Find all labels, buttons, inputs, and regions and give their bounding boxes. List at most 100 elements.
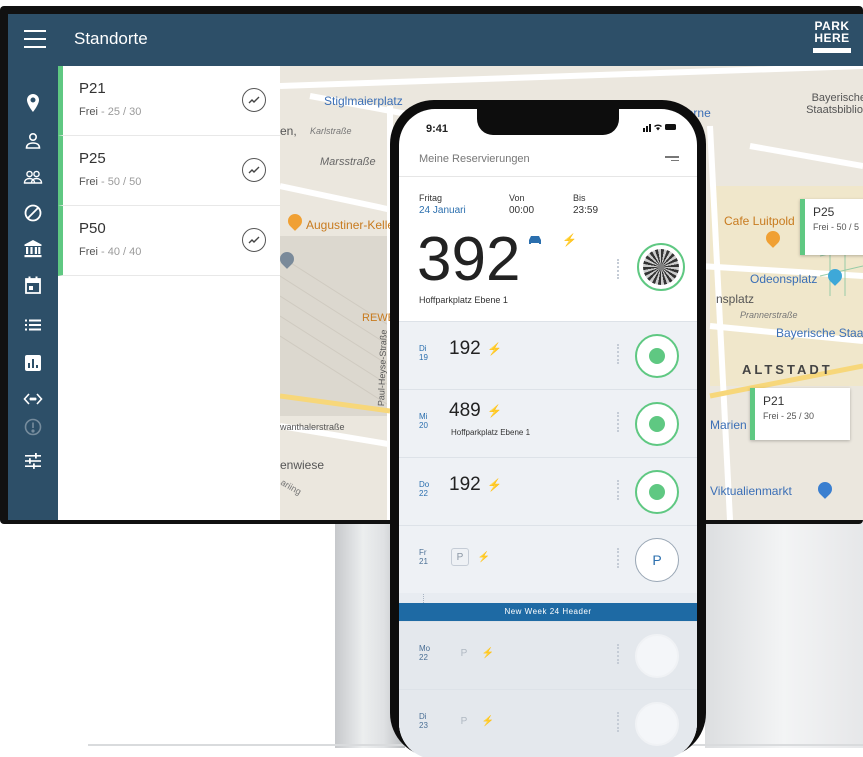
reserve-ring-button[interactable] bbox=[635, 702, 679, 746]
row-divider bbox=[617, 712, 619, 732]
filter-icon[interactable] bbox=[665, 156, 679, 164]
map-label-bayerische-bib: Bayerische Staatsbibliot bbox=[806, 92, 863, 116]
to-value: 23:59 bbox=[573, 205, 599, 216]
sliders-icon[interactable] bbox=[20, 448, 46, 474]
chart-icon[interactable] bbox=[20, 350, 46, 376]
row-spot: 192 bbox=[449, 338, 481, 359]
calendar-icon[interactable] bbox=[20, 272, 46, 298]
reservation-row[interactable]: Fr 21 P ⚡ P bbox=[399, 525, 697, 593]
reservation-row[interactable]: Mo 22 P ⚡ bbox=[399, 621, 697, 689]
row-dow: Di bbox=[419, 344, 427, 353]
reserve-ring-button[interactable] bbox=[635, 634, 679, 678]
to-label: Bis bbox=[573, 193, 586, 203]
location-item-p50[interactable]: P50 Frei - 40 / 40 bbox=[58, 206, 280, 276]
charging-icon: ⚡ bbox=[562, 233, 577, 247]
trend-button[interactable] bbox=[242, 88, 266, 112]
parking-chip[interactable]: P bbox=[455, 712, 473, 730]
row-spot: 192 bbox=[449, 474, 481, 495]
parking-chip[interactable]: P bbox=[455, 644, 473, 662]
reservation-row[interactable]: Mi 20 489 ⚡ Hoffparkplatz Ebene 1 bbox=[399, 389, 697, 457]
row-date: Do 22 bbox=[419, 480, 429, 498]
checkin-ring-button[interactable] bbox=[635, 470, 679, 514]
charging-chip[interactable]: ⚡ bbox=[475, 548, 493, 566]
row-divider bbox=[617, 548, 619, 568]
reservation-list: Di 19 192 ⚡ Mi 20 489 ⚡ Hoffparkplatz Eben… bbox=[399, 321, 697, 757]
from-value: 00:00 bbox=[509, 205, 535, 216]
charging-icon: ⚡ bbox=[487, 342, 502, 356]
map-label-altstadt: ALTSTADT bbox=[742, 362, 833, 377]
user-icon[interactable] bbox=[20, 128, 46, 154]
menu-icon[interactable] bbox=[24, 30, 46, 48]
row-divider bbox=[617, 412, 619, 432]
row-day: 20 bbox=[419, 421, 428, 430]
signal-wifi-battery-icon bbox=[643, 124, 676, 132]
map-card-p21[interactable]: P21 Frei - 25 / 30 bbox=[750, 388, 850, 440]
location-status: Frei - 40 / 40 bbox=[79, 246, 141, 258]
spot-location: Hoffparkplatz Ebene 1 bbox=[419, 295, 508, 305]
reserve-parking-button[interactable]: P bbox=[635, 538, 679, 582]
users-icon[interactable] bbox=[20, 164, 46, 190]
map-label-ansplatz: nsplatz bbox=[716, 292, 755, 306]
row-dow: Mo bbox=[419, 644, 431, 653]
phone-device: 9:41 Meine Reservierungen Fritag 24 Janu… bbox=[390, 100, 706, 757]
week-header: New Week 24 Header bbox=[399, 603, 697, 621]
checkin-ring-button[interactable] bbox=[635, 334, 679, 378]
location-name: P25 bbox=[79, 150, 106, 167]
location-icon[interactable] bbox=[20, 90, 46, 116]
reservations-header: Meine Reservierungen bbox=[399, 153, 697, 177]
row-date: Di 23 bbox=[419, 712, 428, 730]
checkin-ring-button[interactable] bbox=[635, 402, 679, 446]
status-count: - 40 / 40 bbox=[101, 246, 142, 258]
map-label-viktualienmarkt: Viktualienmarkt bbox=[710, 484, 792, 498]
qr-code-button[interactable] bbox=[637, 243, 685, 291]
reservation-row[interactable]: Do 22 192 ⚡ bbox=[399, 457, 697, 525]
reservation-row[interactable]: Di 19 192 ⚡ bbox=[399, 321, 697, 389]
code-icon[interactable] bbox=[20, 386, 46, 412]
map-label-odeonsplatz: Odeonsplatz bbox=[750, 272, 818, 286]
from-label: Von bbox=[509, 193, 525, 203]
map-card-p25[interactable]: P25 Frei - 50 / 5 bbox=[800, 199, 863, 255]
monitor-stand-right bbox=[705, 520, 863, 748]
row-day: 22 bbox=[419, 653, 428, 662]
row-divider bbox=[617, 344, 619, 364]
reservation-row[interactable]: Di 23 P ⚡ bbox=[399, 689, 697, 757]
map-label-en: en, bbox=[280, 124, 297, 138]
charging-icon: ⚡ bbox=[487, 404, 502, 418]
status-label: Frei bbox=[79, 106, 98, 118]
row-day: 21 bbox=[419, 557, 428, 566]
car-icon bbox=[529, 236, 541, 244]
location-name: P21 bbox=[79, 80, 106, 97]
hero-to: Bis 23:59 bbox=[573, 193, 598, 216]
status-count: - 50 / 50 bbox=[101, 176, 142, 188]
map-card-status: Frei - 25 / 30 bbox=[763, 411, 815, 421]
list-icon[interactable] bbox=[20, 312, 46, 338]
row-date: Mo 22 bbox=[419, 644, 430, 662]
status-dot-icon bbox=[649, 484, 665, 500]
alert-icon[interactable] bbox=[20, 414, 46, 440]
qr-code-icon bbox=[643, 249, 679, 285]
bank-icon[interactable] bbox=[20, 236, 46, 262]
charging-chip[interactable]: ⚡ bbox=[479, 644, 497, 662]
sidebar-rail bbox=[8, 66, 58, 520]
row-day: 19 bbox=[419, 353, 428, 362]
location-list: P21 Frei - 25 / 30 P25 Frei - 50 / 50 P5… bbox=[58, 66, 280, 520]
status-dot-icon bbox=[649, 416, 665, 432]
parking-chip[interactable]: P bbox=[451, 548, 469, 566]
map-card-status: Frei - 50 / 5 bbox=[813, 222, 860, 232]
trend-button[interactable] bbox=[242, 228, 266, 252]
charging-chip[interactable]: ⚡ bbox=[479, 712, 497, 730]
row-dow: Mi bbox=[419, 412, 428, 421]
trend-icon bbox=[248, 166, 260, 174]
location-item-p21[interactable]: P21 Frei - 25 / 30 bbox=[58, 66, 280, 136]
hero-from: Von 00:00 bbox=[509, 193, 534, 216]
row-divider bbox=[617, 644, 619, 664]
current-reservation-card[interactable]: Fritag 24 Januari Von 00:00 Bis 23:59 39… bbox=[399, 179, 697, 321]
row-location: Hoffparkplatz Ebene 1 bbox=[451, 428, 531, 437]
trend-button[interactable] bbox=[242, 158, 266, 182]
block-icon[interactable] bbox=[20, 200, 46, 226]
map-card-name: P21 bbox=[763, 394, 785, 408]
location-item-p25[interactable]: P25 Frei - 50 / 50 bbox=[58, 136, 280, 206]
status-count: - 25 / 30 bbox=[101, 106, 142, 118]
map-label-cafe-luitpold: Cafe Luitpold bbox=[724, 214, 795, 228]
row-dow: Do bbox=[419, 480, 430, 489]
